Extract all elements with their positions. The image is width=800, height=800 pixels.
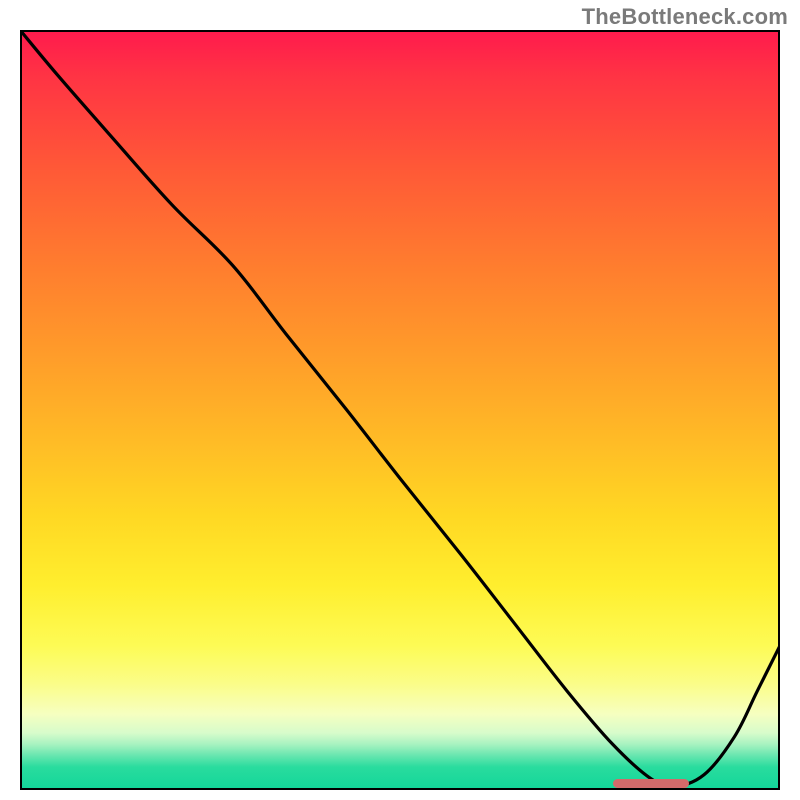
watermark-label: TheBottleneck.com — [582, 4, 788, 30]
chart-area — [20, 30, 780, 790]
bottleneck-curve — [20, 30, 780, 790]
optimal-range-marker — [613, 779, 689, 788]
